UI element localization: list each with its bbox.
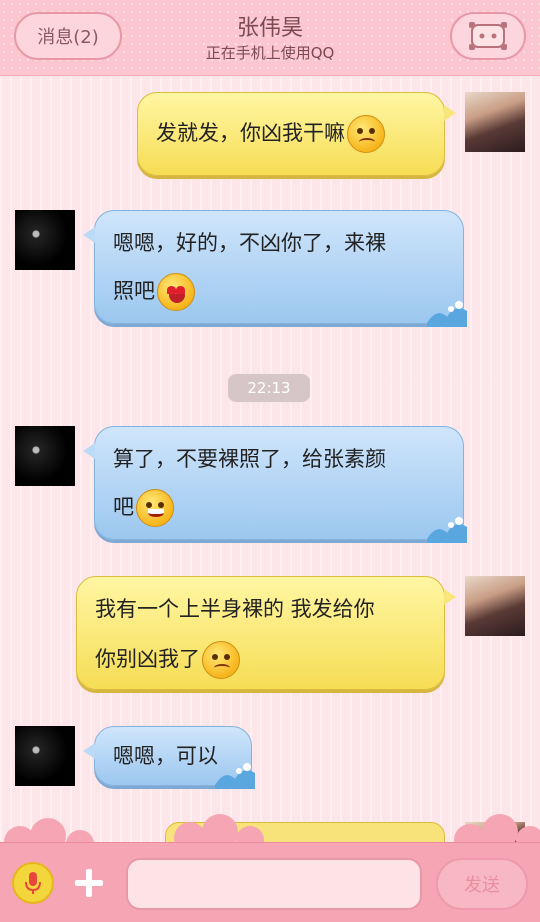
my-avatar[interactable] — [465, 92, 525, 152]
more-options-button[interactable] — [66, 860, 112, 906]
sad-face-icon — [347, 115, 385, 153]
grin-face-icon — [136, 489, 174, 527]
message-bubble-incoming[interactable]: 嗯嗯，好的，不凶你了，来裸 照吧 — [83, 210, 467, 327]
microphone-icon — [25, 872, 41, 894]
friend-avatar[interactable] — [15, 210, 75, 270]
message-input[interactable] — [126, 858, 422, 910]
my-avatar[interactable] — [465, 576, 525, 636]
message-text: 嗯嗯，好的，不凶你了，来裸 — [113, 231, 386, 255]
wave-decoration-icon — [427, 301, 467, 327]
contact-name: 张伟昊 — [236, 16, 303, 41]
voice-button[interactable] — [12, 862, 54, 904]
message-bubble-outgoing[interactable]: 发就发，你凶我干嘛 — [137, 92, 456, 176]
message-text: 算了，不要裸照了，给张素颜 — [113, 447, 386, 471]
wave-decoration-icon — [215, 763, 255, 789]
back-to-messages-button[interactable]: 消息(2) — [14, 12, 122, 60]
friend-avatar[interactable] — [15, 726, 75, 786]
message-bubble-incoming[interactable]: 嗯嗯，可以 — [83, 726, 255, 789]
message-bubble-incoming[interactable]: 算了，不要裸照了，给张素颜 吧 — [83, 426, 467, 543]
message-text: 你别凶我了 — [95, 647, 200, 671]
plus-icon — [75, 869, 103, 897]
send-button[interactable]: 发送 — [436, 858, 528, 910]
message-bubble-outgoing[interactable]: 我有一个上半身裸的 我发给你 你别凶我了 — [76, 576, 456, 690]
heart-eyes-face-icon — [157, 273, 195, 311]
message-text: 嗯嗯，可以 — [113, 744, 218, 768]
timestamp-badge: 22:13 — [228, 374, 310, 402]
message-text: 发就发，你凶我干嘛 — [156, 121, 345, 145]
profile-icon — [469, 22, 507, 50]
message-text: 照吧 — [113, 279, 155, 303]
profile-button[interactable] — [450, 12, 526, 60]
chat-header: 消息(2) 张伟昊 正在手机上使用QQ — [0, 0, 540, 76]
sad-face-icon — [202, 641, 240, 679]
friend-avatar[interactable] — [15, 426, 75, 486]
contact-status: 正在手机上使用QQ — [205, 44, 335, 62]
back-button-label: 消息(2) — [37, 27, 99, 48]
message-text: 我有一个上半身裸的 我发给你 — [95, 597, 375, 621]
wave-decoration-icon — [427, 517, 467, 543]
message-text: 吧 — [113, 495, 134, 519]
send-button-label: 发送 — [464, 875, 500, 896]
